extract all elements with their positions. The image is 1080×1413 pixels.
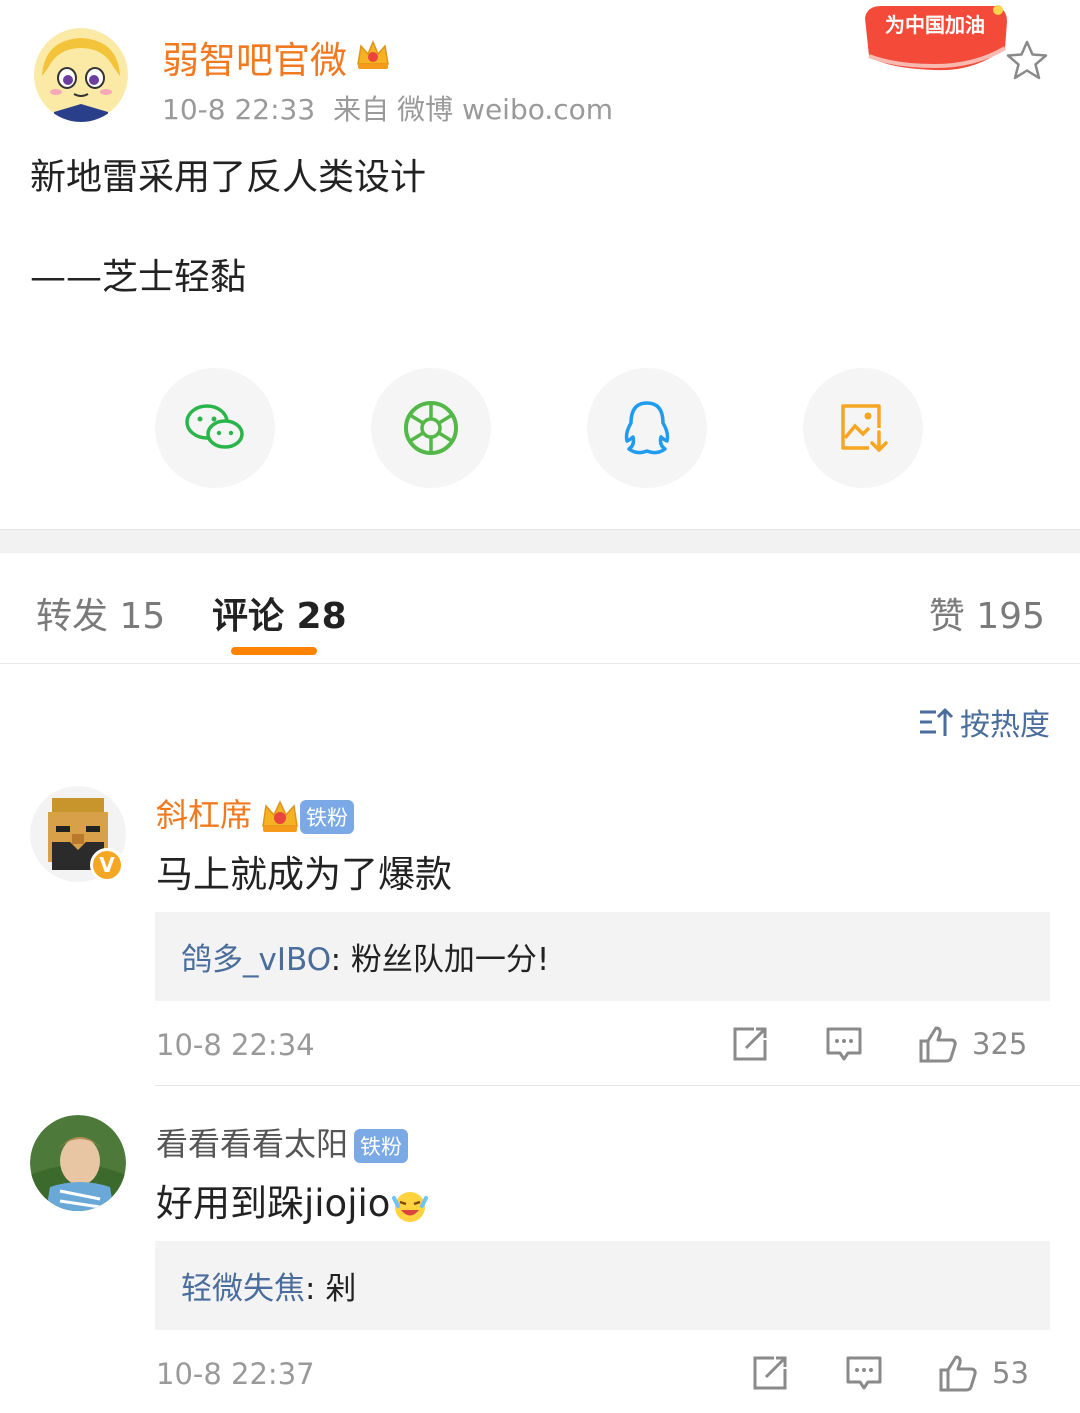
comment-actions: 325 (730, 1024, 1050, 1068)
share-wechat-button[interactable] (155, 368, 275, 488)
like-icon[interactable] (918, 1024, 958, 1064)
reply-text: : 粉丝队加一分! (330, 942, 550, 978)
like-icon[interactable] (938, 1353, 978, 1393)
repost-icon[interactable] (750, 1353, 790, 1393)
post-time: 10-8 22:33 (162, 93, 316, 126)
commenter-name[interactable]: 斜杠席 (156, 796, 252, 834)
comment-text-row: 好用到跺jiojio (156, 1173, 430, 1227)
source-prefix: 来自 (333, 93, 390, 126)
commenter-name-row: 斜杠席 铁粉 (156, 790, 355, 836)
comment-divider (155, 1085, 1080, 1086)
fan-badge: 铁粉 (354, 1129, 409, 1163)
comment-text: 好用到跺jiojio (156, 1182, 391, 1225)
author-name[interactable]: 弱智吧官微 (162, 30, 347, 84)
event-badge-text: 为中国加油 (885, 13, 985, 37)
post-source[interactable]: 微博 weibo.com (397, 93, 613, 126)
post-meta: 10-8 22:33 来自 微博 weibo.com (162, 88, 631, 128)
crown-icon (355, 38, 391, 72)
laughing-emoji-icon (392, 1191, 429, 1222)
comment-icon[interactable] (824, 1024, 864, 1064)
event-badge[interactable]: 为中国加油 (855, 0, 1010, 76)
save-image-icon (841, 404, 888, 452)
crown-icon (262, 800, 298, 832)
fan-badge: 铁粉 (300, 800, 355, 834)
share-row (0, 368, 1080, 490)
qq-icon (624, 401, 670, 455)
comment-icon[interactable] (844, 1353, 884, 1393)
comment-text: 马上就成为了爆款 (156, 853, 452, 896)
reply-preview[interactable]: 轻微失焦: 剁 (155, 1241, 1050, 1330)
reply-preview[interactable]: 鸽多_vIBO: 粉丝队加一分! (155, 912, 1050, 1001)
share-moments-button[interactable] (371, 368, 491, 488)
section-divider (0, 529, 1080, 553)
post-line: 新地雷采用了反人类设计 (30, 157, 427, 198)
author-avatar[interactable] (34, 28, 128, 122)
commenter-avatar[interactable] (30, 1115, 126, 1211)
comment-time: 10-8 22:34 (156, 1028, 315, 1062)
star-icon[interactable] (1004, 38, 1050, 84)
sort-button[interactable]: 按热度 (918, 700, 1050, 744)
commenter-name-row: 看看看看太阳 铁粉 (156, 1119, 409, 1165)
reply-text: : 剁 (305, 1271, 357, 1307)
repost-icon[interactable] (730, 1024, 770, 1064)
sort-label: 按热度 (960, 708, 1050, 743)
post-content: 新地雷采用了反人类设计 ——芝士轻黏 (30, 152, 1050, 304)
active-tab-indicator (231, 647, 317, 655)
post-line: ——芝士轻黏 (30, 257, 247, 298)
tab-like[interactable]: 赞 195 (929, 587, 1045, 639)
reply-author[interactable]: 鸽多_vIBO (181, 942, 331, 978)
reply-author[interactable]: 轻微失焦 (181, 1271, 305, 1307)
share-qq-button[interactable] (587, 368, 707, 488)
sort-icon (920, 708, 954, 736)
comment-time: 10-8 22:37 (156, 1357, 315, 1391)
commenter-name[interactable]: 看看看看太阳 (156, 1125, 348, 1163)
wechat-icon (185, 404, 244, 449)
post-header: 弱智吧官微 10-8 22:33 来自 微博 weibo.com 为中国加油 (0, 0, 1080, 140)
like-count: 53 (992, 1356, 1029, 1390)
comment-actions: 53 (750, 1353, 1050, 1397)
tab-repost[interactable]: 转发 15 (36, 587, 165, 639)
like-count: 325 (972, 1027, 1028, 1061)
tab-comment[interactable]: 评论 28 (212, 587, 347, 639)
moments-icon (404, 401, 458, 455)
tab-bar: 转发 15 评论 28 赞 195 (0, 553, 1080, 664)
save-image-button[interactable] (803, 368, 923, 488)
verified-badge-icon: V (90, 848, 124, 882)
